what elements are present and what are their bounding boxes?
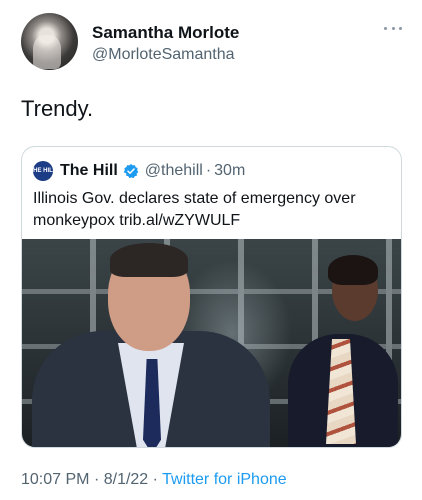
tweet-header: Samantha Morlote @MorloteSamantha — [21, 13, 406, 73]
meta-separator: · — [93, 471, 100, 488]
author-avatar[interactable] — [21, 13, 78, 70]
tweet-source-link[interactable]: Twitter for iPhone — [162, 471, 287, 488]
quoted-separator: · — [205, 162, 212, 179]
author-handle[interactable]: @MorloteSamantha — [92, 46, 235, 64]
quoted-tweet-card[interactable]: THE HILL The Hill @thehill · 30m Illinoi… — [21, 146, 402, 448]
tweet-time[interactable]: 10:07 PM — [21, 471, 89, 488]
quoted-author-name[interactable]: The Hill — [60, 162, 118, 180]
photo-man-hair — [110, 243, 188, 277]
photo-woman-hair — [328, 255, 378, 285]
quoted-timestamp[interactable]: 30m — [214, 162, 245, 180]
quoted-tweet-text: Illinois Gov. declares state of emergenc… — [33, 190, 356, 229]
tweet-metadata: 10:07 PM · 8/1/22 · Twitter for iPhone — [21, 471, 287, 489]
author-name[interactable]: Samantha Morlote — [92, 23, 239, 43]
quoted-tweet-header: THE HILL The Hill @thehill · 30m — [30, 160, 245, 182]
quoted-author-handle[interactable]: @thehill — [145, 162, 203, 180]
tweet-date[interactable]: 8/1/22 — [104, 471, 148, 488]
quoted-author-avatar[interactable]: THE HILL — [30, 161, 57, 181]
tweet-text: Trendy. — [21, 96, 94, 121]
meta-separator: · — [152, 471, 158, 488]
verified-badge-icon — [123, 163, 139, 179]
more-options-icon[interactable] — [384, 25, 402, 31]
quoted-tweet-photo[interactable] — [22, 239, 401, 447]
